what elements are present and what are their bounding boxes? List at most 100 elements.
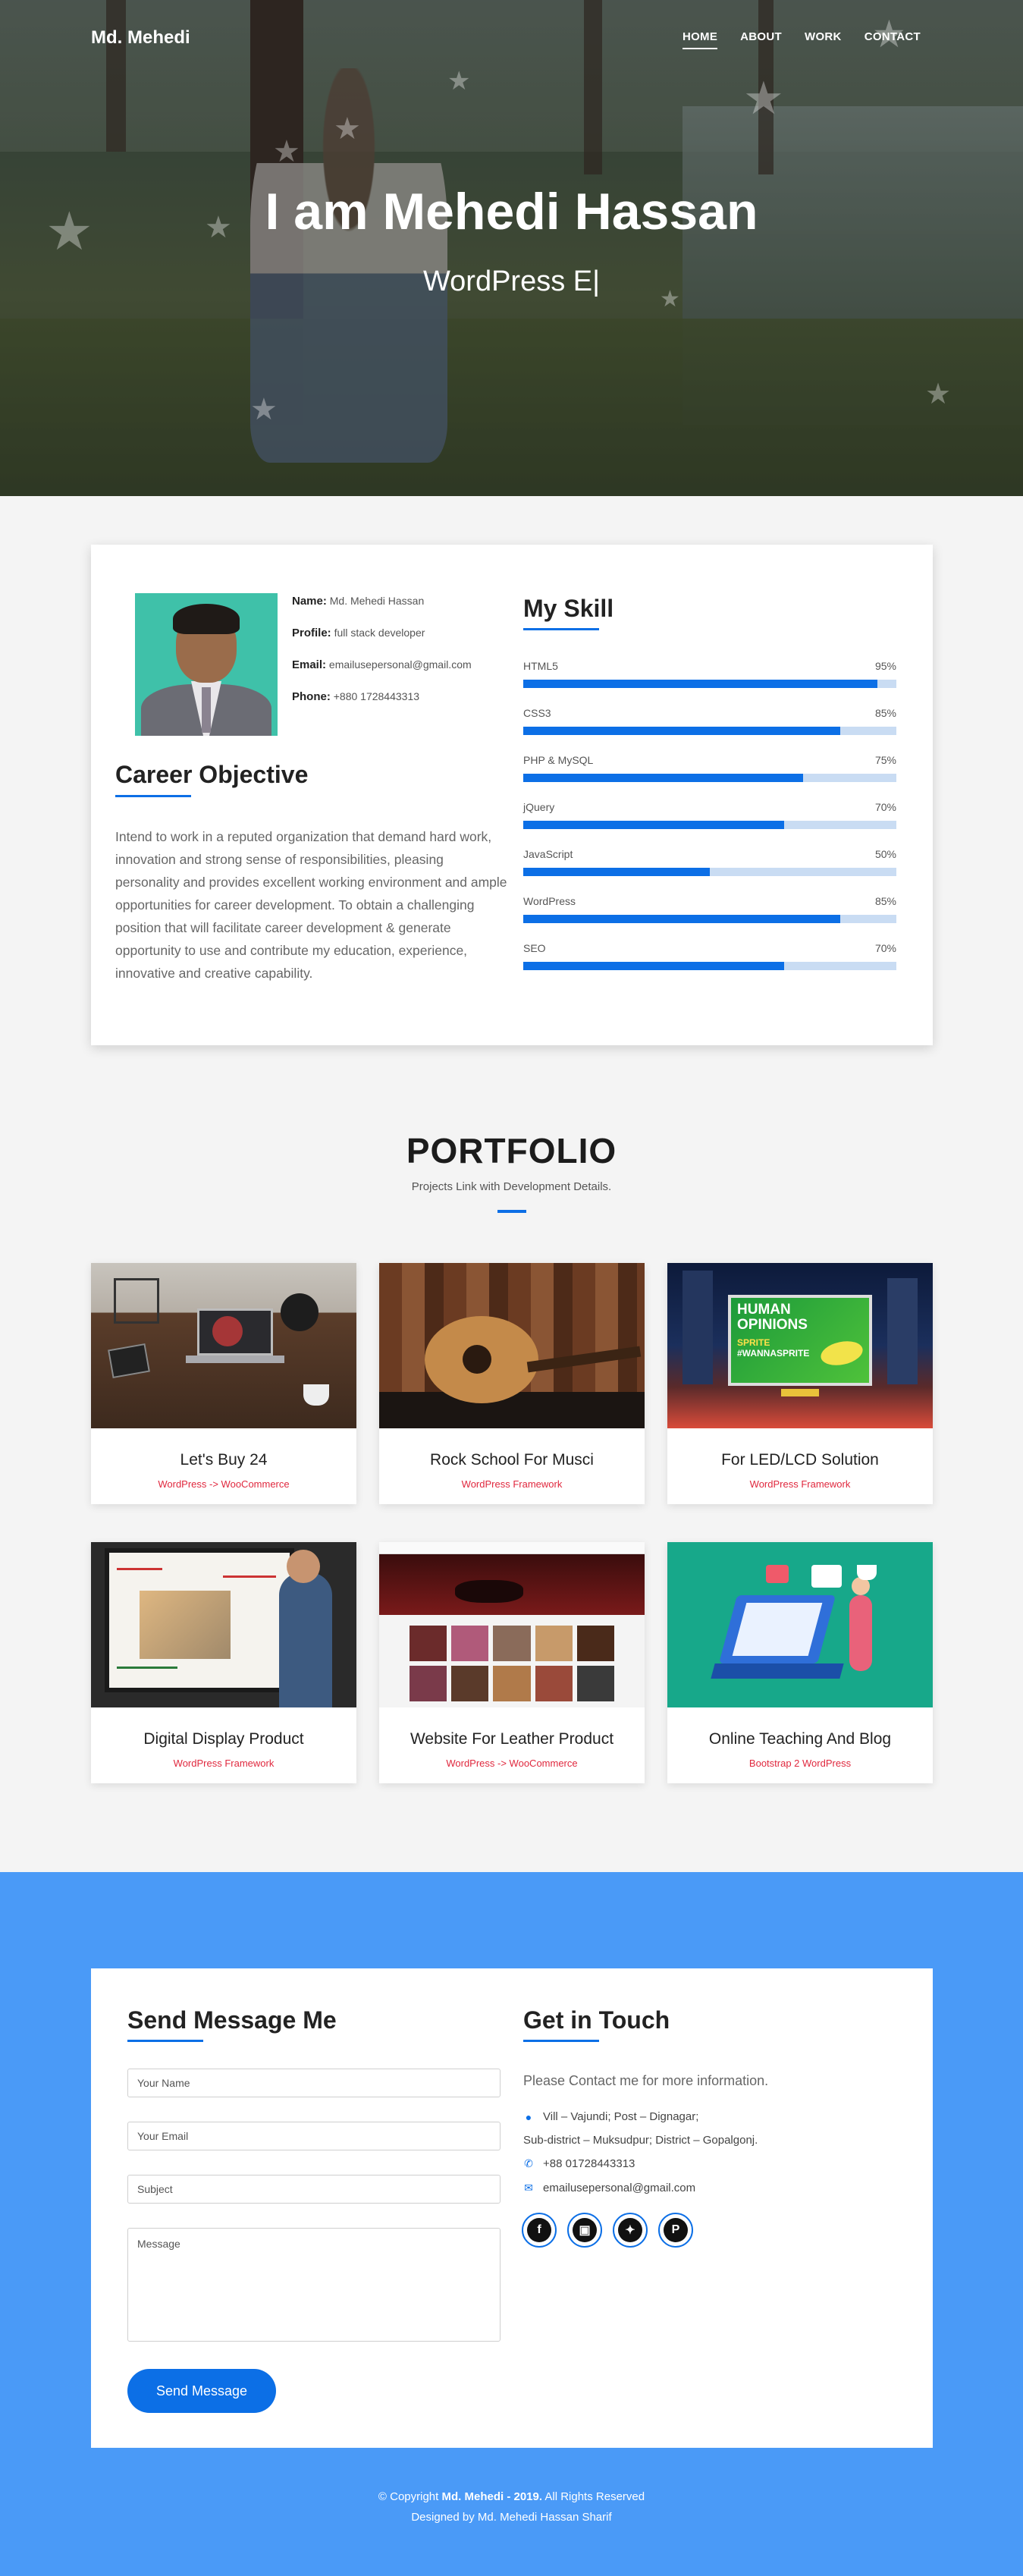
star-decoration: ★ [334, 112, 361, 146]
career-text: Intend to work in a reputed organization… [115, 829, 507, 981]
portfolio-tag: WordPress Framework [461, 1478, 563, 1490]
skill-name: WordPress [523, 895, 576, 907]
skill-bar-track [523, 727, 896, 735]
portfolio-title-text[interactable]: Let's Buy 24 [91, 1451, 356, 1469]
profile-email: emailusepersonal@gmail.com [328, 658, 472, 671]
pinterest-icon[interactable]: P [658, 2213, 693, 2248]
star-decoration: ★ [273, 134, 300, 169]
heading-underline [115, 795, 191, 797]
portfolio-tag: WordPress Framework [173, 1758, 275, 1769]
facebook-icon[interactable]: f [522, 2213, 557, 2248]
billboard-text: HUMAN [737, 1302, 791, 1318]
page: ★ ★ ★ ★ ★ ★ ★ ★ ★ ★ Md. Mehedi HOME ABOU… [0, 0, 1023, 2576]
instagram-icon[interactable]: ▣ [567, 2213, 602, 2248]
portfolio-image-teaching [667, 1542, 933, 1707]
skill-row: SEO 70% [523, 942, 896, 989]
portfolio-title-text[interactable]: Digital Display Product [91, 1730, 356, 1748]
skill-name: JavaScript [523, 848, 573, 860]
hero-typed-text: WordPress E| [422, 265, 600, 297]
nav-item-contact[interactable]: CONTACT [865, 30, 921, 49]
portfolio-tag: Bootstrap 2 WordPress [748, 1758, 852, 1769]
skill-name: jQuery [523, 801, 555, 813]
skill-name: CSS3 [523, 707, 551, 719]
skill-row: HTML5 95% [523, 660, 896, 707]
skill-row: CSS3 85% [523, 707, 896, 754]
footer-copyright: © Copyright Md. Mehedi - 2019. All Right… [378, 2490, 645, 2503]
skill-bar-fill [523, 727, 841, 735]
profile-photo [135, 593, 278, 736]
portfolio-subtitle: Projects Link with Development Details. [411, 1180, 612, 1193]
skill-percent: 85% [874, 895, 896, 907]
skill-row: JavaScript 50% [523, 848, 896, 895]
nav-menu: HOME ABOUT WORK CONTACT [682, 30, 921, 49]
site-brand[interactable]: Md. Mehedi [91, 27, 190, 49]
phone-line: ✆ +88 01728443313 [524, 2157, 635, 2170]
social-links: f ▣ ✦ P [522, 2213, 693, 2248]
portfolio-card[interactable]: Rock School For Musci WordPress Framewor… [379, 1263, 645, 1504]
main-nav: Md. Mehedi HOME ABOUT WORK CONTACT [0, 0, 1023, 76]
skill-bar-track [523, 774, 896, 782]
portfolio-title-text[interactable]: Website For Leather Product [379, 1730, 645, 1748]
email-input[interactable]: Your Email [127, 2122, 501, 2150]
skill-bar-fill [523, 821, 785, 829]
skill-bar-track [523, 680, 896, 688]
skill-bar-fill [523, 680, 878, 688]
skill-percent: 95% [874, 660, 896, 672]
portfolio-tag: WordPress -> WooCommerce [446, 1758, 578, 1769]
name-input[interactable]: Your Name [127, 2069, 501, 2097]
portfolio-image-desk [91, 1263, 356, 1428]
nav-item-home[interactable]: HOME [682, 30, 718, 49]
portfolio-title-text[interactable]: Rock School For Musci [379, 1451, 645, 1469]
contact-intro: Please Contact me for more information. [523, 2073, 769, 2088]
skill-percent: 70% [874, 942, 896, 954]
profile-phone: +880 1728443313 [333, 690, 420, 702]
subject-input[interactable]: Subject [127, 2175, 501, 2204]
skill-bar-track [523, 915, 896, 923]
nav-item-about[interactable]: ABOUT [740, 30, 782, 49]
skill-bar-fill [523, 962, 785, 970]
skill-percent: 85% [874, 707, 896, 719]
send-message-heading: Send Message Me [127, 2006, 337, 2034]
send-message-button[interactable]: Send Message [127, 2369, 276, 2413]
message-textarea[interactable]: Message [127, 2228, 501, 2342]
portfolio-card[interactable]: Online Teaching And Blog Bootstrap 2 Wor… [667, 1542, 933, 1783]
portfolio-card[interactable]: Digital Display Product WordPress Framew… [91, 1542, 356, 1783]
portfolio-title: PORTFOLIO [406, 1131, 617, 1170]
phone-icon: ✆ [524, 2157, 533, 2169]
footer-credit: Designed by Md. Mehedi Hassan Sharif [411, 2511, 612, 2524]
star-decoration: ★ [743, 72, 784, 125]
nav-item-work[interactable]: WORK [805, 30, 842, 49]
skill-bar-track [523, 868, 896, 876]
heading-underline [127, 2040, 203, 2042]
portfolio-image-leather [379, 1542, 645, 1707]
address-line-2: Sub-district – Muksudpur; District – Gop… [523, 2134, 758, 2147]
skill-bar-fill [523, 868, 710, 876]
billboard-text: #WANNASPRITE [737, 1348, 810, 1359]
profile-info: Name: Md. Mehedi Hassan Profile: full st… [292, 595, 472, 703]
portfolio-card[interactable]: HUMAN OPINIONS SPRITE #WANNASPRITE For L… [667, 1263, 933, 1504]
skill-percent: 75% [874, 754, 896, 766]
skill-row: jQuery 70% [523, 801, 896, 848]
skill-bar-fill [523, 774, 803, 782]
portfolio-title-text[interactable]: For LED/LCD Solution [667, 1451, 933, 1469]
twitter-icon[interactable]: ✦ [613, 2213, 648, 2248]
skill-name: PHP & MySQL [523, 754, 594, 766]
skill-percent: 70% [874, 801, 896, 813]
skill-bar-track [523, 962, 896, 970]
map-pin-icon: ● [525, 2110, 532, 2123]
portfolio-title-text[interactable]: Online Teaching And Blog [667, 1730, 933, 1748]
skill-bar-track [523, 821, 896, 829]
get-in-touch-heading: Get in Touch [523, 2006, 670, 2034]
portfolio-card[interactable]: Let's Buy 24 WordPress -> WooCommerce [91, 1263, 356, 1504]
skill-name: HTML5 [523, 660, 558, 672]
career-heading: Career Objective [115, 761, 309, 788]
portfolio-image-smartboard [91, 1542, 356, 1707]
billboard-text: OPINIONS [737, 1317, 808, 1333]
portfolio-image-billboard: HUMAN OPINIONS SPRITE #WANNASPRITE [667, 1263, 933, 1428]
hero-title: I am Mehedi Hassan [265, 183, 758, 240]
contact-card: Send Message Me Your Name Your Email Sub… [91, 1968, 933, 2448]
portfolio-card[interactable]: Website For Leather Product WordPress ->… [379, 1542, 645, 1783]
skill-percent: 50% [874, 848, 896, 860]
star-decoration: ★ [250, 392, 278, 427]
portfolio-tag: WordPress -> WooCommerce [158, 1478, 290, 1490]
